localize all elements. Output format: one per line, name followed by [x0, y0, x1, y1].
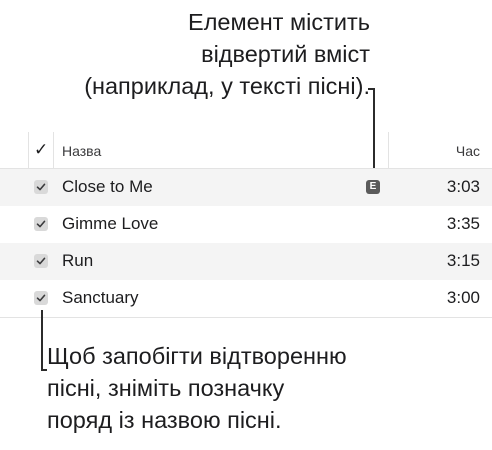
explicit-callout-line: Елемент містить	[188, 9, 370, 35]
checkmark-icon	[36, 294, 46, 302]
uncheck-leader-line	[41, 310, 43, 370]
checkmark-icon	[36, 257, 46, 265]
uncheck-callout-line: поряд із назвою пісні.	[47, 407, 282, 433]
song-title: Close to Me	[62, 177, 153, 196]
song-checkbox[interactable]	[34, 180, 48, 194]
song-title: Gimme Love	[62, 214, 159, 233]
song-row[interactable]: Run 3:15	[0, 243, 492, 280]
song-title: Sanctuary	[62, 288, 139, 307]
column-header-check-label: ✓	[34, 140, 49, 159]
song-time: 3:03	[446, 177, 480, 196]
table-bottom-divider	[0, 317, 492, 318]
explicit-badge-icon: E	[366, 180, 380, 194]
column-header-time[interactable]: Час	[456, 143, 480, 159]
song-time: 3:00	[446, 288, 480, 307]
explicit-callout: Елемент містить відвертий вміст (наприкл…	[0, 6, 370, 102]
song-title: Run	[62, 251, 94, 270]
uncheck-callout-line: Щоб запобігти відтворенню	[47, 343, 347, 369]
explicit-callout-line: (наприклад, у тексті пісні).	[84, 73, 370, 99]
song-list-header: ✓ Назва Час	[0, 132, 492, 169]
song-list: ✓ Назва Час Close to Me E 3:03 Gimme Lov…	[0, 132, 492, 318]
checkmark-icon	[36, 220, 46, 228]
uncheck-callout: Щоб запобігти відтворенню пісні, зніміть…	[47, 340, 467, 436]
song-checkbox[interactable]	[34, 291, 48, 305]
explicit-callout-line: відвертий вміст	[201, 41, 370, 67]
column-divider	[388, 132, 389, 168]
song-row[interactable]: Close to Me E 3:03	[0, 169, 492, 206]
song-row[interactable]: Gimme Love 3:35	[0, 206, 492, 243]
song-time: 3:35	[446, 214, 480, 233]
song-checkbox[interactable]	[34, 254, 48, 268]
column-header-check[interactable]: ✓	[28, 132, 54, 168]
song-checkbox[interactable]	[34, 217, 48, 231]
checkmark-icon	[36, 183, 46, 191]
song-time: 3:15	[446, 251, 480, 270]
column-header-name[interactable]: Назва	[62, 143, 101, 159]
song-row[interactable]: Sanctuary 3:00	[0, 280, 492, 317]
uncheck-callout-line: пісні, зніміть позначку	[47, 375, 285, 401]
